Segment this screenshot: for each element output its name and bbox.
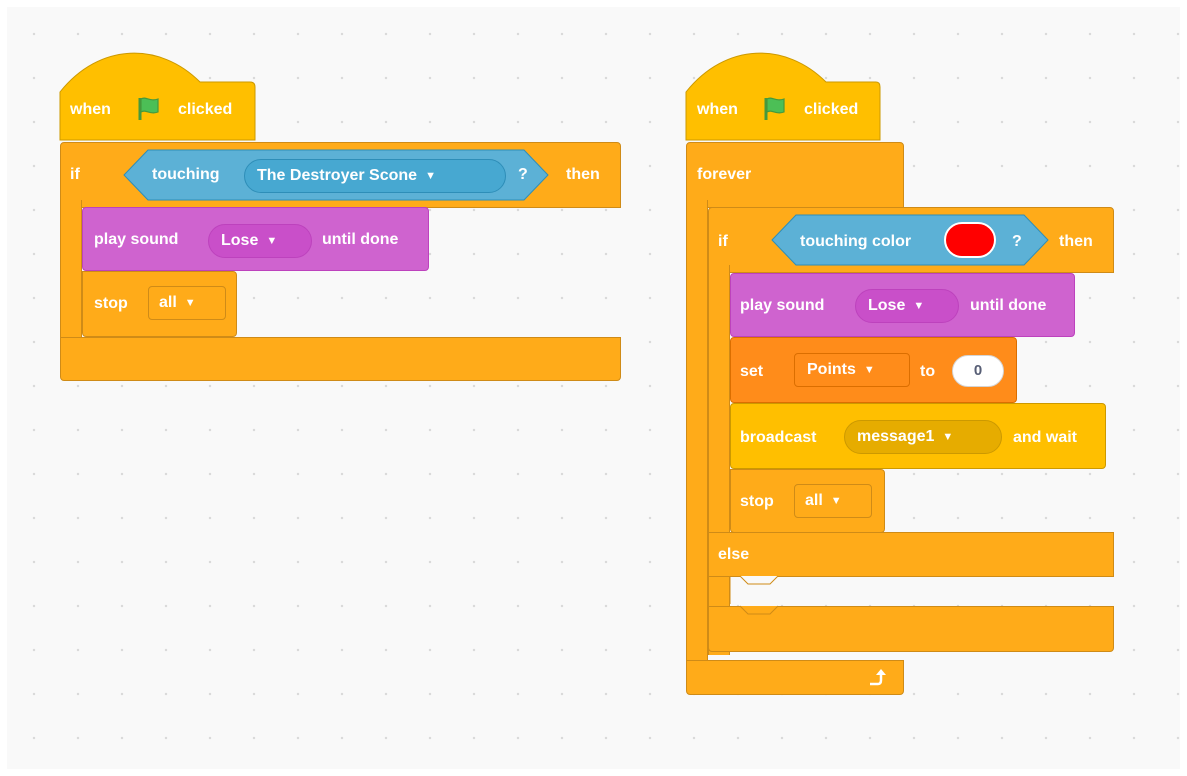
if-block-bottom [60, 337, 621, 381]
then-label: then [566, 166, 600, 183]
message-dropdown[interactable]: message1 ▼ [844, 420, 1002, 455]
to-label: to [920, 363, 936, 380]
dropdown-arrow-icon: ▼ [830, 495, 842, 507]
dropdown-arrow-icon: ▼ [942, 431, 954, 443]
touching-color-label: touching color [800, 233, 912, 250]
dropdown-arrow-icon: ▼ [863, 364, 875, 376]
set-label: set [740, 363, 764, 380]
forever-label: forever [697, 166, 752, 183]
else-label: else [718, 546, 750, 563]
green-flag-icon [764, 97, 785, 120]
stop-option-dropdown[interactable]: all ▼ [794, 484, 872, 519]
loop-arrow-icon [870, 669, 886, 686]
hat-clicked-label: clicked [178, 101, 233, 118]
touching-target-value: The Destroyer Scone [257, 167, 418, 185]
green-flag-icon [138, 97, 159, 120]
dropdown-arrow-icon: ▼ [184, 297, 196, 309]
if-label: if [70, 166, 80, 183]
else-section [708, 532, 1114, 577]
variable-value: Points [807, 361, 856, 379]
stop-label: stop [94, 295, 128, 312]
stop-option-value: all [159, 294, 177, 312]
play-sound-label: play sound [94, 231, 179, 248]
until-done-label: until done [322, 231, 399, 248]
dropdown-arrow-icon: ▼ [425, 170, 436, 182]
empty-else-slot-notch [729, 575, 779, 615]
value-input[interactable]: 0 [952, 355, 1004, 387]
if-block-arm [60, 200, 82, 345]
dropdown-arrow-icon: ▼ [266, 235, 278, 247]
variable-dropdown[interactable]: Points ▼ [794, 353, 910, 388]
touching-target-dropdown[interactable]: The Destroyer Scone ▼ [244, 159, 506, 194]
broadcast-label: broadcast [740, 429, 817, 446]
forever-arm [686, 200, 708, 670]
message-value: message1 [857, 428, 935, 446]
touching-label: touching [152, 166, 220, 183]
hat-when-label: when [70, 101, 111, 118]
dropdown-arrow-icon: ▼ [913, 300, 925, 312]
sound-dropdown[interactable]: Lose ▼ [208, 224, 312, 259]
touching-color-question-mark: ? [1012, 233, 1022, 250]
and-wait-label: and wait [1013, 429, 1078, 446]
stop-label: stop [740, 493, 774, 510]
touching-question-mark: ? [518, 166, 528, 183]
if-else-arm [708, 265, 730, 655]
stop-option-value: all [805, 492, 823, 510]
color-swatch[interactable] [944, 222, 996, 258]
if-label: if [718, 233, 728, 250]
hat-when-label: when [697, 101, 738, 118]
stop-option-dropdown[interactable]: all ▼ [148, 286, 226, 321]
sound-value: Lose [868, 297, 906, 315]
sound-dropdown[interactable]: Lose ▼ [855, 289, 959, 324]
hat-clicked-label: clicked [804, 101, 859, 118]
until-done-label: until done [970, 297, 1047, 314]
sound-value: Lose [221, 232, 259, 250]
then-label: then [1059, 233, 1093, 250]
play-sound-label: play sound [740, 297, 825, 314]
